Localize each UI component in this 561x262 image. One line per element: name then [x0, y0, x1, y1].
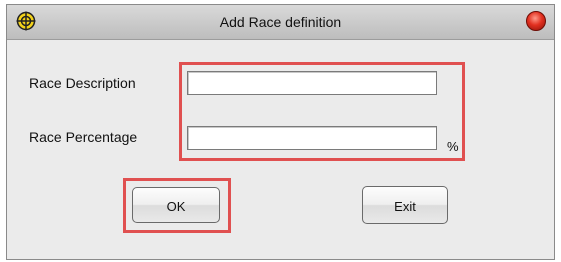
close-orb-icon[interactable] — [526, 11, 546, 31]
exit-button[interactable]: Exit — [362, 186, 448, 224]
exit-button-label: Exit — [394, 198, 416, 214]
input-fields-highlight — [179, 62, 465, 161]
window-title: Add Race definition — [219, 14, 342, 30]
add-race-dialog: Add Race definition Race Description Rac… — [6, 4, 555, 260]
race-percentage-label: Race Percentage — [29, 129, 138, 145]
ok-button-highlight — [123, 178, 231, 233]
title-bar[interactable]: Add Race definition — [7, 5, 554, 40]
race-description-label: Race Description — [29, 75, 136, 91]
